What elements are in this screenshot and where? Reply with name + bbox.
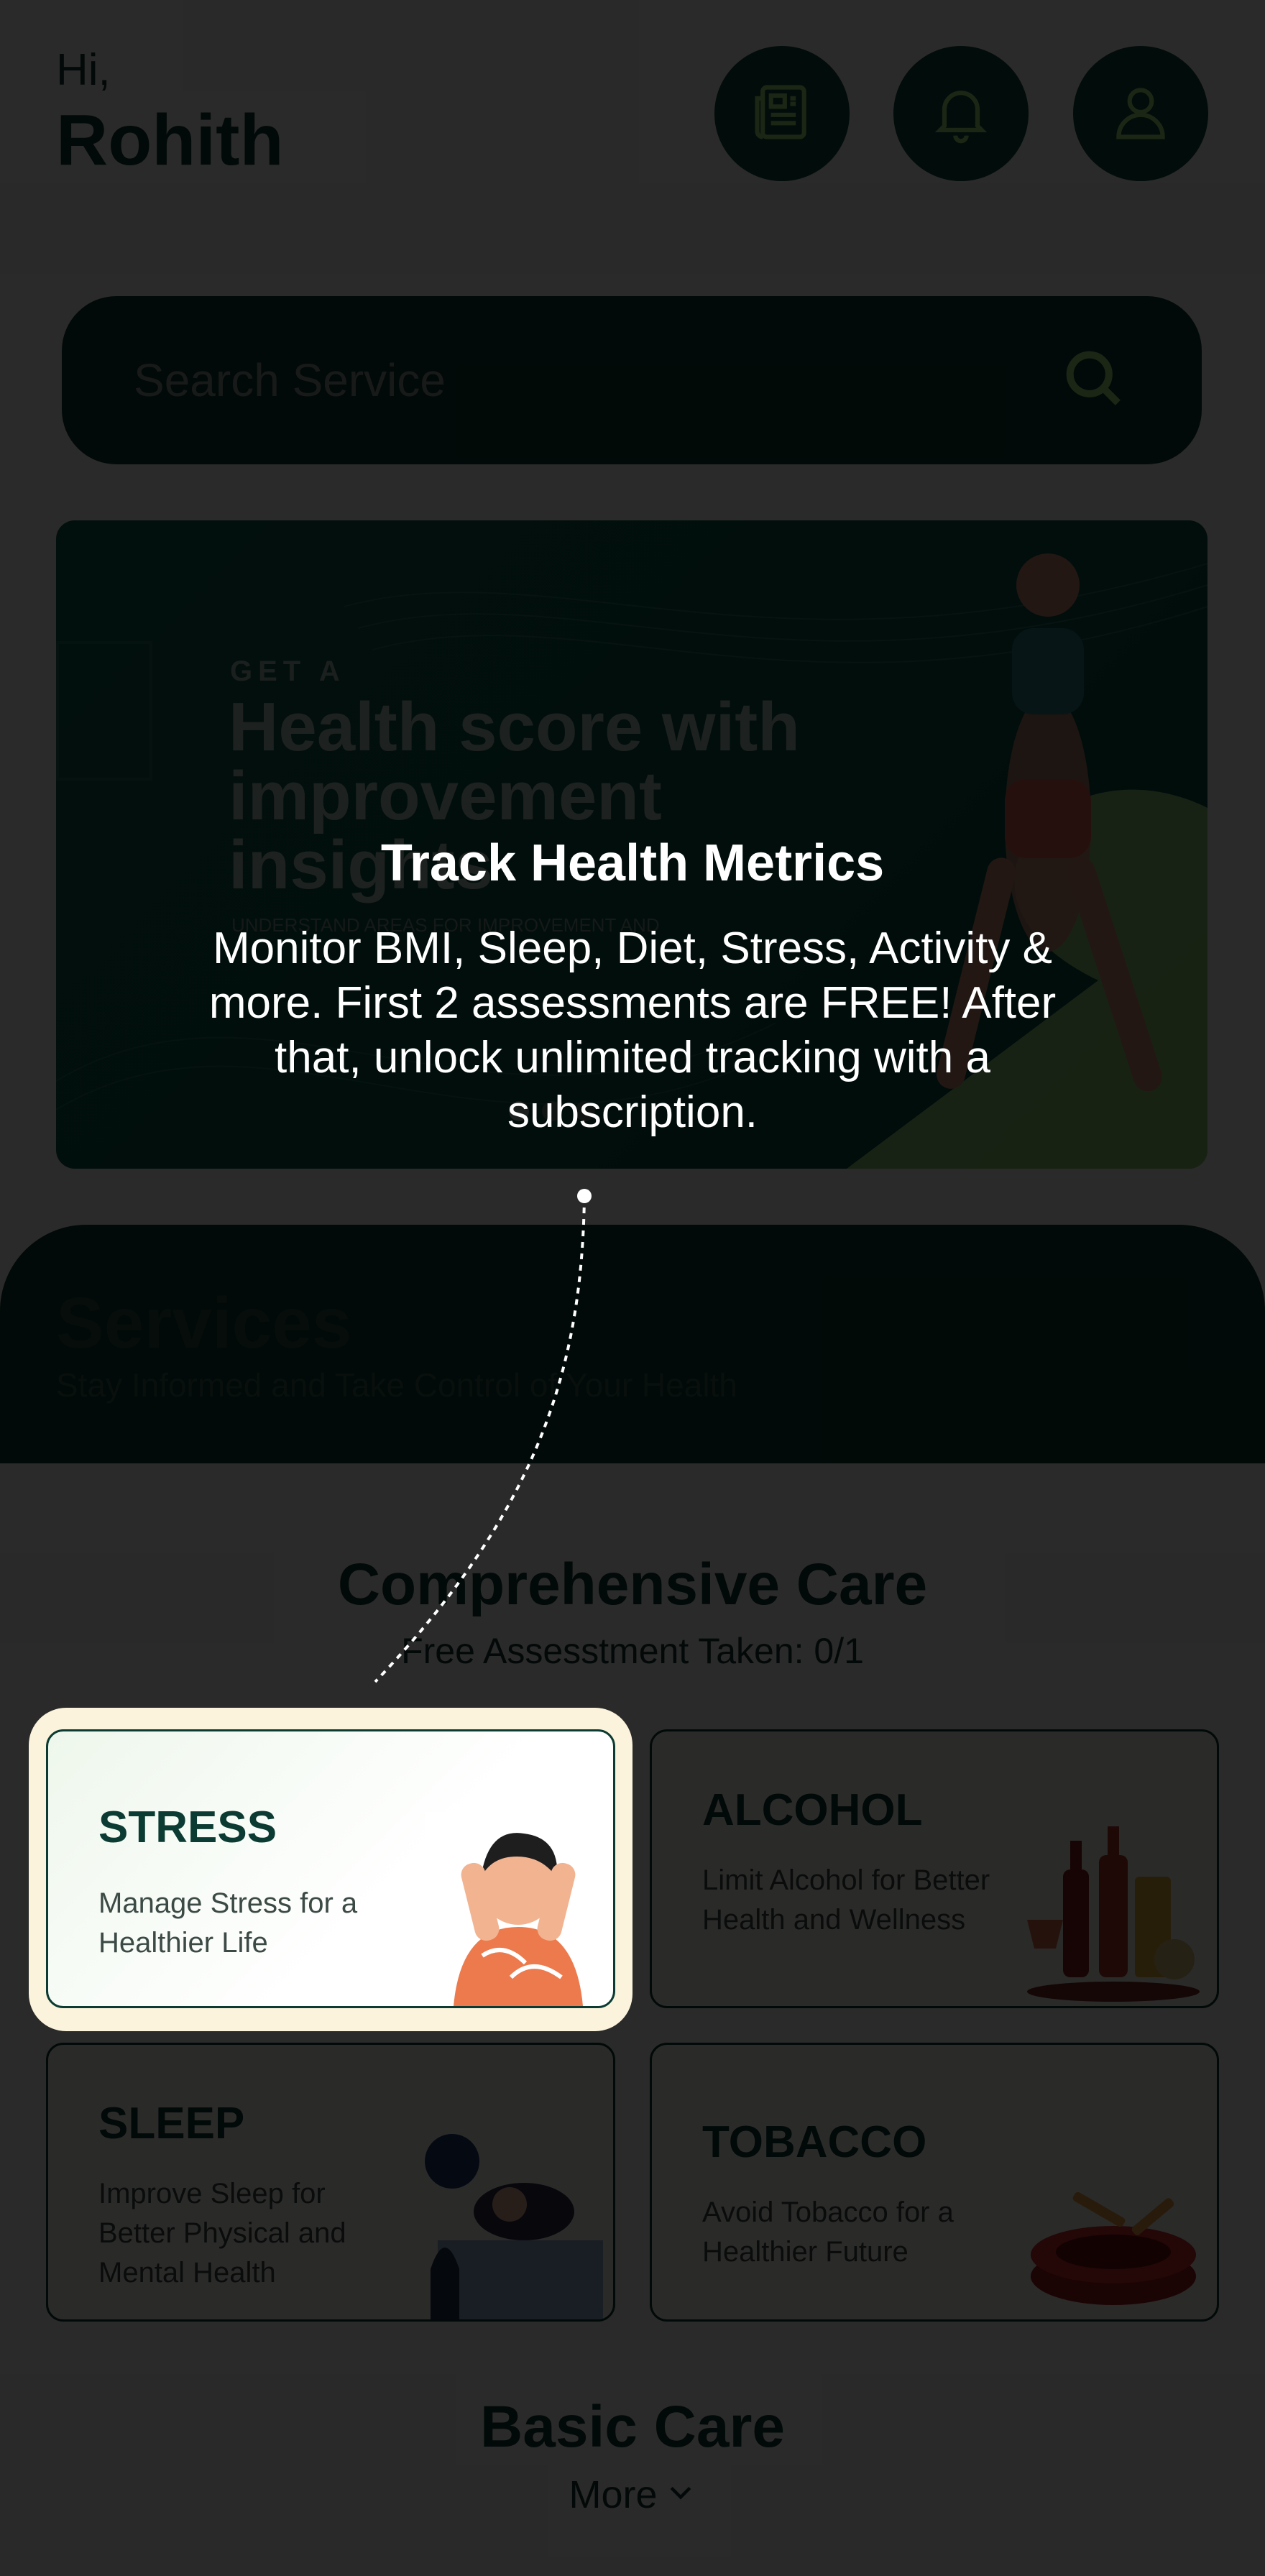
stressed-person-icon — [425, 1812, 612, 2006]
sleep-person-icon — [425, 2134, 603, 2319]
greeting-label: Hi, — [56, 45, 111, 95]
basic-care-title: Basic Care — [480, 2394, 785, 2460]
bell-icon — [928, 79, 994, 149]
card-description: Avoid Tobacco for a Healthier Future — [702, 2196, 954, 2268]
user-name: Rohith — [56, 100, 284, 180]
search-bar[interactable] — [62, 296, 1202, 464]
news-button[interactable] — [714, 46, 850, 181]
card-title: SLEEP — [98, 2099, 245, 2148]
search-input[interactable] — [134, 354, 1058, 407]
ashtray-icon — [1031, 2191, 1196, 2305]
card-title: ALCOHOL — [702, 1785, 923, 1835]
tutorial-title: Track Health Metrics — [380, 834, 885, 892]
free-assessment-counter: Free Assesstment Taken: 0/1 — [401, 1631, 864, 1671]
profile-button[interactable] — [1073, 46, 1208, 181]
banner-kicker: GET A — [230, 656, 346, 687]
profile-icon — [1108, 79, 1174, 149]
card-description: Limit Alcohol for Better Health and Well… — [702, 1864, 990, 1936]
more-button[interactable]: More — [0, 2472, 1265, 2517]
card-sleep[interactable]: SLEEP Improve Sleep for Better Physical … — [46, 2043, 615, 2322]
card-description: Manage Stress for a Healthier Life — [98, 1887, 358, 1959]
tutorial-body: Monitor BMI, Sleep, Diet, Stress, Activi… — [208, 924, 1057, 1137]
card-alcohol[interactable]: ALCOHOL Limit Alcohol for Better Health … — [650, 1729, 1219, 2008]
services-title: Services — [56, 1283, 352, 1363]
chevron-down-icon — [665, 2472, 696, 2517]
tutorial-connector-line — [374, 1189, 592, 1683]
card-title: TOBACCO — [702, 2117, 927, 2167]
card-title: STRESS — [98, 1803, 277, 1852]
comprehensive-care-title: Comprehensive Care — [337, 1552, 928, 1617]
news-icon — [749, 79, 815, 149]
card-tobacco[interactable]: TOBACCO Avoid Tobacco for a Healthier Fu… — [650, 2043, 1219, 2322]
search-icon[interactable] — [1058, 343, 1130, 418]
alcohol-bottles-icon — [1027, 1826, 1200, 2002]
notifications-button[interactable] — [893, 46, 1029, 181]
card-stress[interactable]: STRESS Manage Stress for a Healthier Lif… — [46, 1729, 615, 2008]
card-description: Improve Sleep for Better Physical and Me… — [98, 2178, 346, 2288]
more-label: More — [569, 2473, 658, 2516]
